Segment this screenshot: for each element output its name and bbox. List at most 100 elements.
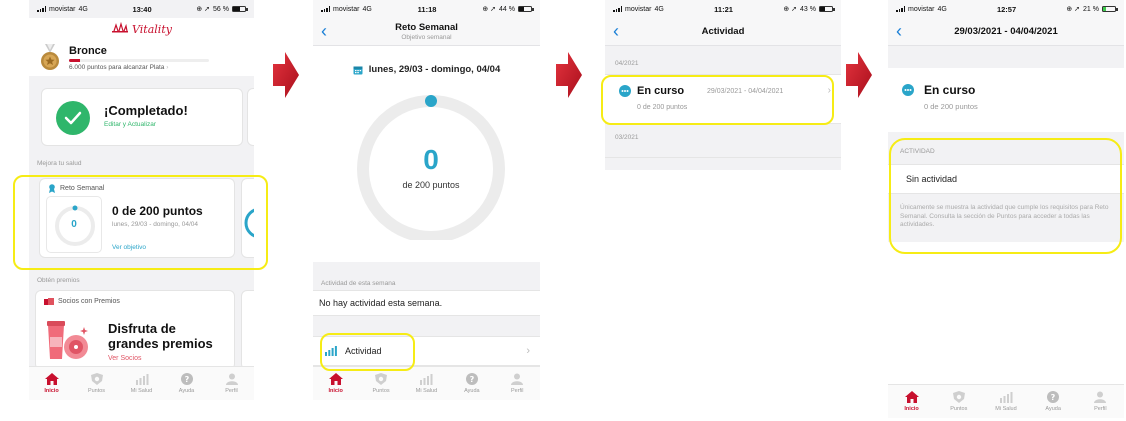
back-chevron-icon[interactable]: ‹ xyxy=(613,21,619,41)
battery-level: 56 % xyxy=(213,5,229,13)
tab-bar: Inicio Puntos Mi Salud ? Ayuda Perfil xyxy=(888,384,1124,418)
network: 4G xyxy=(937,5,947,13)
signal-icon xyxy=(896,6,905,12)
activity-button[interactable]: Actividad › xyxy=(313,336,540,366)
chevron-right-icon: › xyxy=(166,64,169,71)
points-shield-icon xyxy=(375,373,388,385)
tab-mi-salud[interactable]: Mi Salud xyxy=(404,373,448,394)
no-activity-row: Sin actividad xyxy=(888,164,1124,194)
tab-label: Puntos xyxy=(87,388,106,394)
tab-perfil[interactable]: Perfil xyxy=(495,373,539,394)
activity-section-label: ACTIVIDAD xyxy=(900,148,935,155)
battery-level: 44 % xyxy=(499,5,515,13)
tab-inicio[interactable]: Inicio xyxy=(30,373,74,394)
partners-title: Disfruta de grandes premios xyxy=(108,321,213,351)
activity-section: ACTIVIDAD Sin actividad Únicamente se mu… xyxy=(888,132,1124,242)
partners-label: Socios con Premios xyxy=(58,297,120,305)
tab-label: Inicio xyxy=(328,388,343,394)
next-partner-card-peek[interactable] xyxy=(241,290,254,370)
no-activity-text: Sin actividad xyxy=(906,174,958,184)
svg-text:?: ? xyxy=(470,375,475,384)
completed-title: ¡Completado! xyxy=(104,103,188,118)
ring-caption: de 200 puntos xyxy=(402,180,460,190)
month-label: 03/2021 xyxy=(615,134,639,141)
partners-card[interactable]: Socios con Premios Disfruta de grandes p… xyxy=(35,290,235,370)
page-title: Reto Semanal xyxy=(395,22,458,33)
tab-puntos[interactable]: Puntos xyxy=(359,373,403,394)
no-activity-row: No hay actividad esta semana. xyxy=(313,290,540,316)
screen-activity-list: movistar 4G 11:21 ⊕ ➚ 43 % ‹ Actividad 04… xyxy=(605,0,841,170)
screen-weekly-challenge: movistar 4G 11:18 ⊕ ➚ 44 % ‹ Reto Semanal… xyxy=(313,0,540,400)
battery-icon xyxy=(818,6,835,12)
tab-ayuda[interactable]: ? Ayuda xyxy=(1031,391,1075,412)
tab-label: Perfil xyxy=(510,388,524,394)
checkmark-icon xyxy=(56,101,90,135)
battery-level: 21 % xyxy=(1083,5,1099,13)
tab-ayuda[interactable]: ? Ayuda xyxy=(165,373,209,394)
health-chart-icon xyxy=(135,374,148,385)
view-goal-link[interactable]: Ver objetivo xyxy=(112,244,146,251)
chevron-right-icon: › xyxy=(526,345,530,357)
status-points: 0 de 200 puntos xyxy=(924,102,978,111)
tab-mi-salud[interactable]: Mi Salud xyxy=(984,391,1028,412)
tier-header[interactable]: Bronce 6.000 puntos para alcanzar Plata … xyxy=(29,40,254,76)
tier-progress-bar xyxy=(69,59,209,62)
battery-icon xyxy=(517,6,534,12)
tab-puntos[interactable]: Puntos xyxy=(937,391,981,412)
row-status: En curso xyxy=(637,85,685,97)
help-icon: ? xyxy=(465,373,478,385)
activity-period-row[interactable]: En curso 29/03/2021 - 04/04/2021 › 0 de … xyxy=(605,74,841,124)
logo-figures-icon xyxy=(112,22,129,33)
page-title: 29/03/2021 - 04/04/2021 xyxy=(954,26,1058,37)
weekly-challenge-header: Reto Semanal xyxy=(48,184,104,193)
next-card-peek[interactable] xyxy=(247,88,254,146)
medal-ribbon-icon xyxy=(49,184,55,193)
clock: 12:57 xyxy=(996,4,1017,14)
tab-perfil[interactable]: Perfil xyxy=(1078,391,1122,412)
tier-next-goal-text: 6.000 puntos para alcanzar Plata xyxy=(69,64,165,71)
profile-icon xyxy=(511,373,524,385)
peek-ring-icon xyxy=(244,208,254,238)
tab-puntos[interactable]: Puntos xyxy=(75,373,119,394)
flow-arrow-2-icon xyxy=(556,52,582,98)
status-bar: movistar 4G 12:57 ⊕ ➚ 21 % xyxy=(888,0,1124,18)
tab-label: Mi Salud xyxy=(415,388,438,394)
network: 4G xyxy=(654,5,664,13)
weekly-challenge-label: Reto Semanal xyxy=(60,185,105,192)
activity-button-label: Actividad xyxy=(345,346,382,356)
ring-value: 0 xyxy=(423,144,439,175)
battery-icon xyxy=(231,6,248,12)
clock: 11:21 xyxy=(714,4,733,14)
month-section: 03/2021 xyxy=(605,124,841,158)
flow-arrow-3-icon xyxy=(846,52,872,98)
carrier: movistar xyxy=(625,5,652,13)
tab-label: Ayuda xyxy=(178,388,195,394)
battery-charging-icon xyxy=(1101,6,1118,12)
tab-ayuda[interactable]: ? Ayuda xyxy=(450,373,494,394)
points-shield-icon xyxy=(90,373,103,385)
tab-mi-salud[interactable]: Mi Salud xyxy=(120,373,164,394)
tab-label: Perfil xyxy=(225,388,238,394)
no-activity-text: No hay actividad esta semana. xyxy=(319,298,443,308)
edit-update-link[interactable]: Editar y Actualizar xyxy=(104,121,156,128)
weekly-progress-ring: 0 de 200 puntos xyxy=(353,84,509,243)
back-chevron-icon[interactable]: ‹ xyxy=(321,21,327,41)
location-icon: ⊕ ➚ xyxy=(1066,6,1081,13)
page-title: Actividad xyxy=(701,26,745,37)
clock: 13:40 xyxy=(132,4,152,14)
home-icon xyxy=(904,391,919,403)
week-date-range: lunes, 29/03 - domingo, 04/04 xyxy=(313,64,540,75)
next-weekly-card-peek[interactable] xyxy=(241,178,254,258)
battery-level: 43 % xyxy=(800,5,816,13)
weekly-challenge-card[interactable]: Reto Semanal 0 0 de 200 puntos lunes, 29… xyxy=(39,178,235,258)
help-icon: ? xyxy=(180,373,193,385)
screen-period-detail: movistar 4G 12:57 ⊕ ➚ 21 % ‹ 29/03/2021 -… xyxy=(888,0,1124,418)
completed-card[interactable]: ¡Completado! Editar y Actualizar xyxy=(41,88,243,146)
tab-perfil[interactable]: Perfil xyxy=(210,373,254,394)
tab-inicio[interactable]: Inicio xyxy=(314,373,358,394)
back-chevron-icon[interactable]: ‹ xyxy=(896,21,902,41)
view-partners-link[interactable]: Ver Socios xyxy=(108,355,141,362)
tab-inicio[interactable]: Inicio xyxy=(890,391,934,412)
weekly-points: 0 de 200 puntos xyxy=(112,204,203,218)
tab-label: Inicio xyxy=(44,388,59,394)
